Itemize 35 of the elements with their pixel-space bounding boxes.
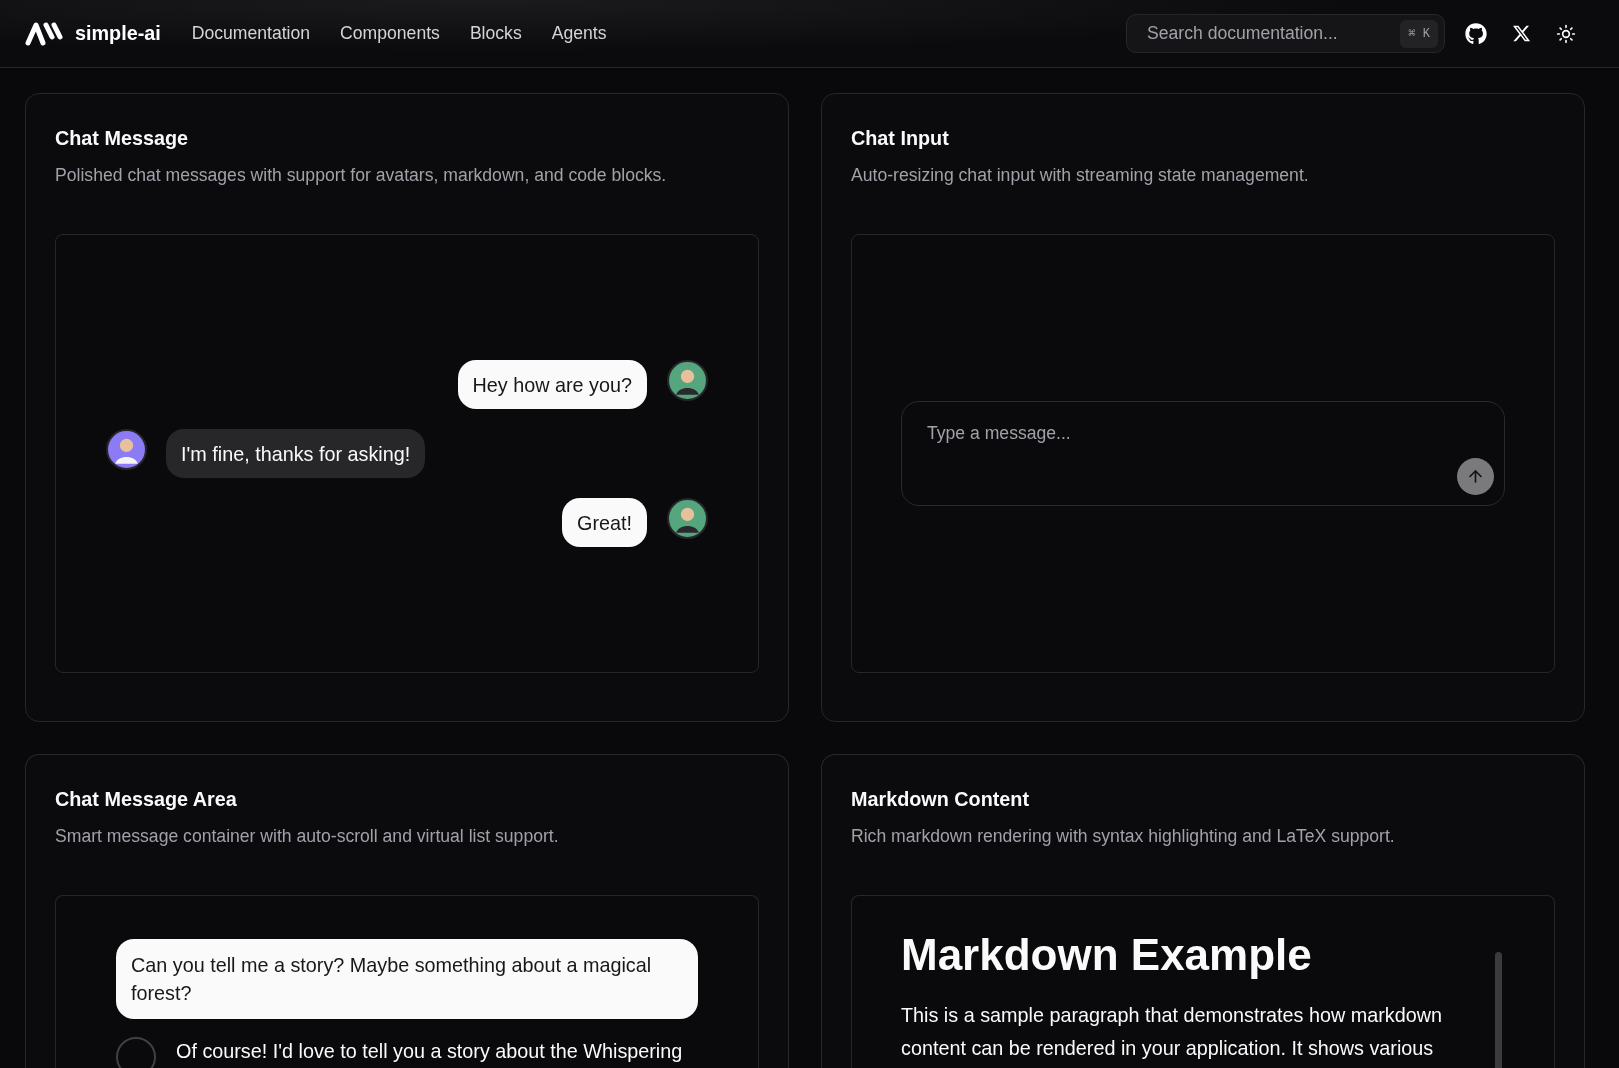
- chat-input-field[interactable]: Type a message...: [901, 401, 1505, 506]
- message-text: Of course! I'd love to tell you a story about the Whispering: [176, 1039, 683, 1064]
- card-description: Rich markdown rendering with syntax highlighting and LaTeX support.: [851, 825, 1395, 848]
- card-description: Smart message container with auto-scroll and virtual list support.: [55, 825, 559, 848]
- card-title: Chat Message Area: [55, 787, 237, 812]
- message-bubble: I'm fine, thanks for asking!: [166, 429, 426, 478]
- markdown-paragraph: This is a sample paragraph that demonstrates how markdown content can be rendered in your application. It shows various: [901, 1003, 1443, 1061]
- message-bubble: Can you tell me a story? Maybe something about a magical forest?: [116, 939, 698, 1019]
- avatar-icon: [667, 498, 708, 539]
- search-input[interactable]: Search documentation...: [1147, 20, 1401, 47]
- message-bubble: Hey how are you?: [457, 360, 647, 409]
- message-bubble: Great!: [562, 498, 647, 547]
- card-title: Markdown Content: [851, 787, 1030, 812]
- nav-link[interactable]: Documentation: [191, 20, 311, 47]
- card-description: Polished chat messages with support for avatars, markdown, and code blocks.: [55, 164, 667, 187]
- logo-icon[interactable]: [25, 21, 63, 46]
- keyboard-shortcut: ⌘ K: [1400, 19, 1438, 48]
- search-field[interactable]: Search documentation... ⌘ K: [1126, 14, 1445, 53]
- scrollbar[interactable]: [1495, 952, 1502, 1068]
- sun-icon[interactable]: [1556, 23, 1576, 44]
- avatar-icon: [667, 360, 708, 401]
- avatar-icon: [106, 429, 147, 470]
- card-description: Auto-resizing chat input with streaming state management.: [851, 164, 1309, 187]
- markdown-heading: Markdown Example: [901, 931, 1312, 979]
- card-title: Chat Input: [851, 126, 949, 151]
- github-icon[interactable]: [1465, 22, 1487, 45]
- nav-link[interactable]: Components: [340, 20, 440, 47]
- message-input[interactable]: Type a message...: [912, 412, 1494, 446]
- nav-link[interactable]: Agents: [551, 20, 607, 47]
- x-logo-icon[interactable]: [1512, 24, 1531, 43]
- arrow-up-icon: [1466, 467, 1485, 486]
- card-title: Chat Message: [55, 126, 189, 151]
- nav-link[interactable]: Blocks: [469, 20, 522, 47]
- send-button[interactable]: [1457, 458, 1494, 495]
- site-name[interactable]: simple-ai: [75, 18, 161, 49]
